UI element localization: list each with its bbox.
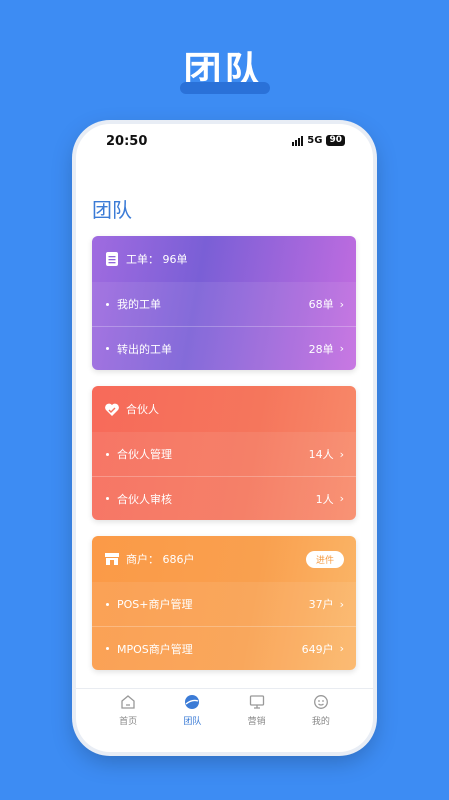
tab-label: 我的 xyxy=(311,717,330,727)
work-order-card: 工单： 96单 我的工单 68单 › 转出的工单 28单 › xyxy=(92,236,356,370)
row-label: 合伙人审核 xyxy=(117,492,172,506)
row-value: 37户 xyxy=(308,598,334,611)
tab-bar: 首页 团队 营销 我的 xyxy=(76,688,373,752)
row-value: 68单 xyxy=(308,298,334,311)
status-time: 20:50 xyxy=(106,134,148,149)
row-label: MPOS商户管理 xyxy=(117,642,193,656)
banner-underline xyxy=(180,82,270,94)
chevron-right-icon: › xyxy=(339,297,344,311)
chevron-right-icon: › xyxy=(339,492,344,505)
onboard-button[interactable]: 进件 xyxy=(305,551,344,568)
page-title: 团队 xyxy=(92,198,132,222)
partner-management-row[interactable]: 合伙人管理 14人 › xyxy=(92,432,356,476)
row-label: 转出的工单 xyxy=(117,342,172,356)
partner-review-row[interactable]: 合伙人审核 1人 › xyxy=(92,476,356,520)
home-icon xyxy=(119,693,137,711)
row-label: 合伙人管理 xyxy=(117,448,172,461)
row-value: 1人 xyxy=(315,492,334,506)
status-bar: 20:50 5G 90 xyxy=(76,124,373,160)
row-value: 28单 xyxy=(308,342,334,356)
phone-frame: 20:50 5G 90 团队 工单： 96单 我的工单 68单 › 转出的工单 … xyxy=(76,124,373,752)
work-order-title: 工单： 96单 xyxy=(126,253,188,266)
chevron-right-icon: › xyxy=(339,597,344,611)
row-value: 649户 xyxy=(301,642,334,656)
chevron-right-icon: › xyxy=(339,447,344,461)
work-order-header: 工单： 96单 xyxy=(92,236,356,282)
tab-team[interactable]: 团队 xyxy=(167,693,217,752)
partner-header: 合伙人 xyxy=(92,386,356,432)
tab-label: 首页 xyxy=(119,717,138,727)
signal-icon xyxy=(292,135,304,146)
row-label: POS+商户管理 xyxy=(117,598,193,611)
mpos-merchant-management-row[interactable]: MPOS商户管理 649户 › xyxy=(92,626,356,670)
tab-home[interactable]: 首页 xyxy=(103,693,153,752)
tab-profile[interactable]: 我的 xyxy=(296,693,346,752)
bullet xyxy=(106,497,109,500)
transferred-work-orders-row[interactable]: 转出的工单 28单 › xyxy=(92,326,356,370)
bullet xyxy=(106,302,109,306)
partner-card: 合伙人 合伙人管理 14人 › 合伙人审核 1人 › xyxy=(92,386,356,520)
my-work-orders-row[interactable]: 我的工单 68单 › xyxy=(92,282,356,326)
document-icon xyxy=(104,251,120,267)
tab-label: 团队 xyxy=(183,717,202,727)
status-indicators: 5G 90 xyxy=(292,135,345,146)
handshake-heart-icon xyxy=(104,401,120,417)
merchant-card: 商户： 686户 进件 POS+商户管理 37户 › MPOS商户管理 649户… xyxy=(92,536,356,670)
row-label: 我的工单 xyxy=(117,298,161,311)
partner-title: 合伙人 xyxy=(126,403,159,416)
monitor-icon xyxy=(248,693,266,711)
tab-label: 营销 xyxy=(247,717,266,727)
profile-icon xyxy=(312,693,330,711)
bullet xyxy=(106,602,109,606)
bullet xyxy=(106,452,109,456)
bullet xyxy=(106,347,109,350)
network-label: 5G xyxy=(307,135,323,146)
merchant-title: 商户： 686户 xyxy=(126,553,195,566)
merchant-header: 商户： 686户 进件 xyxy=(92,536,356,582)
chevron-right-icon: › xyxy=(339,642,344,655)
chevron-right-icon: › xyxy=(339,342,344,355)
team-icon xyxy=(183,693,201,711)
bullet xyxy=(106,647,109,650)
tab-marketing[interactable]: 营销 xyxy=(232,693,282,752)
row-value: 14人 xyxy=(308,448,334,461)
pos-merchant-management-row[interactable]: POS+商户管理 37户 › xyxy=(92,582,356,626)
shop-icon xyxy=(104,551,120,567)
battery-icon: 90 xyxy=(326,135,345,146)
